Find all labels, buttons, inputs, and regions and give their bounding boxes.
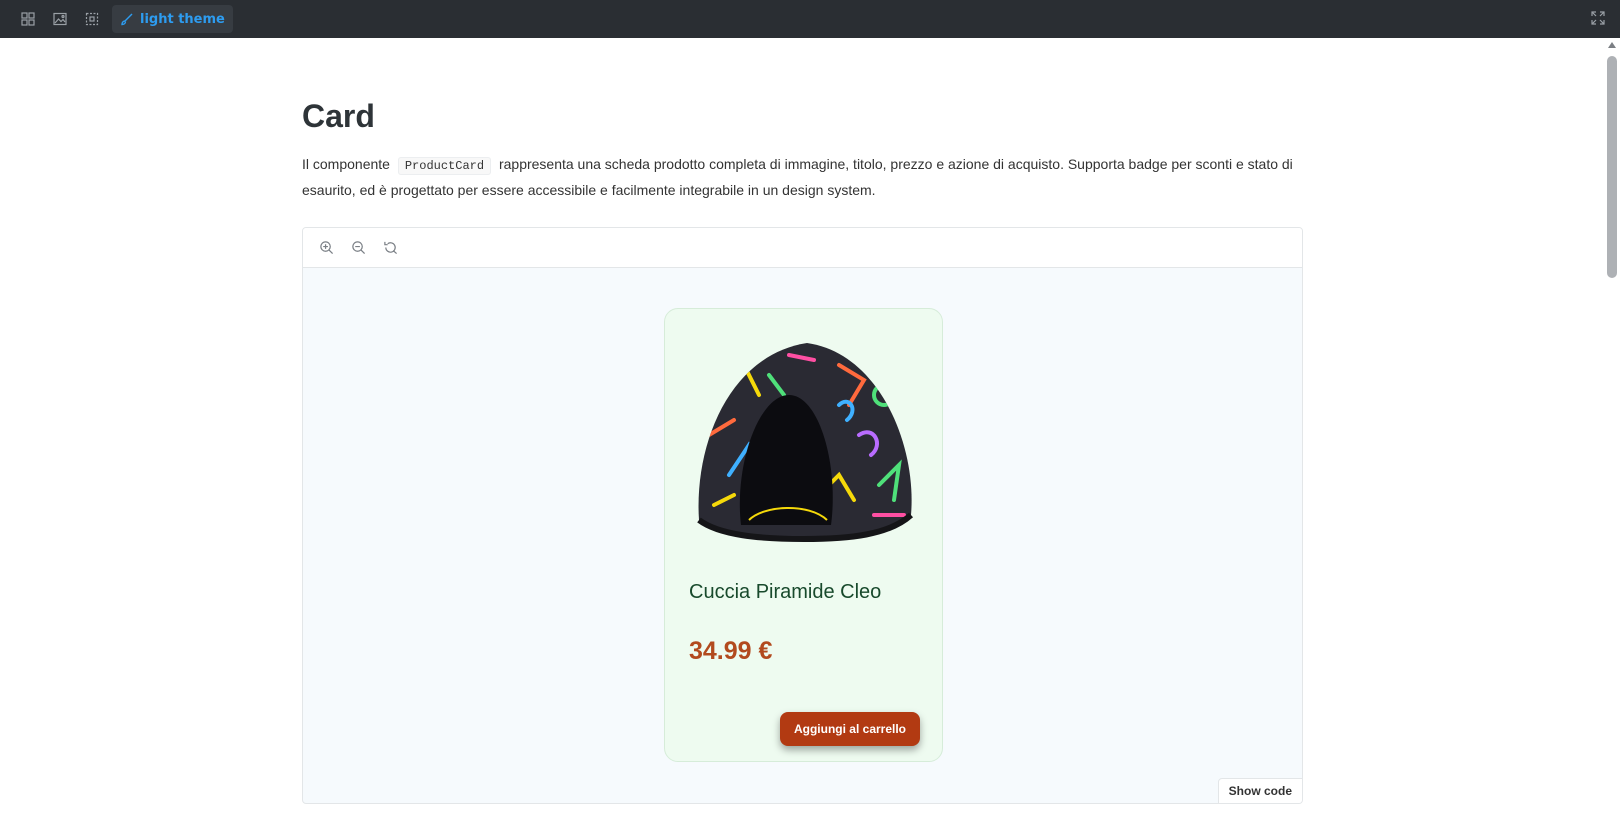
story-canvas: Cuccia Piramide Cleo 34.99 € Aggiungi al… [302,227,1303,804]
grid-icon[interactable] [12,5,44,33]
brush-icon [121,13,133,26]
component-name-code: ProductCard [397,157,492,175]
scrollbar-thumb[interactable] [1607,56,1617,278]
intro-paragraph: Il componente ProductCard rappresenta un… [302,152,1304,202]
intro-text-before: Il componente [302,156,390,172]
add-to-cart-button[interactable]: Aggiungi al carrello [780,712,920,746]
fullscreen-icon[interactable] [1590,10,1606,26]
frame-icon[interactable] [76,5,108,33]
zoom-out-icon[interactable] [347,237,369,259]
product-card[interactable]: Cuccia Piramide Cleo 34.99 € Aggiungi al… [664,308,943,762]
zoom-in-icon[interactable] [315,237,337,259]
theme-toggle-button[interactable]: light theme [112,5,233,33]
page-title: Card [302,98,375,134]
show-code-button[interactable]: Show code [1217,778,1302,803]
product-image [689,325,919,545]
theme-toggle-label: light theme [140,11,225,27]
product-price: 34.99 € [689,637,773,665]
storybook-toolbar: light theme [0,0,1620,38]
reset-zoom-icon[interactable] [379,237,401,259]
scroll-up-icon[interactable] [1608,42,1616,48]
canvas-toolbar [303,228,1302,268]
image-icon[interactable] [44,5,76,33]
product-title: Cuccia Piramide Cleo [689,581,882,603]
